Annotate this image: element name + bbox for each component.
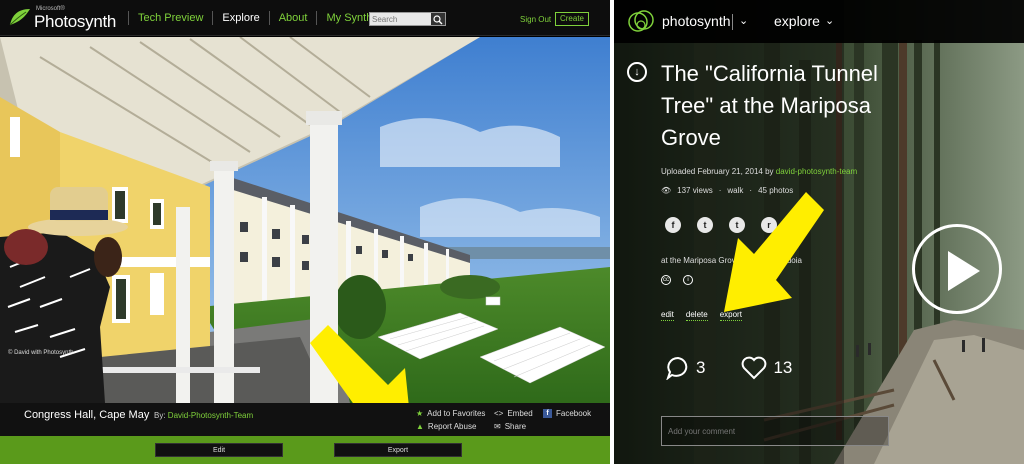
chevron-down-icon[interactable]: ⌄ xyxy=(825,14,834,27)
synth-byline: By: David-Photosynth-Team xyxy=(154,411,253,420)
search-input[interactable] xyxy=(372,13,430,25)
engagement-counts: 3 13 xyxy=(666,356,792,380)
create-button[interactable]: Create xyxy=(555,12,589,26)
yellow-arrow-annotation xyxy=(724,192,824,312)
brand-name: Photosynth xyxy=(34,12,117,31)
download-icon[interactable]: ↓ xyxy=(627,62,647,82)
new-photosynth-viewer: photosynth ⌄ explore ⌄ ↓ The "California… xyxy=(614,0,1024,464)
warning-icon: ▲ xyxy=(416,422,424,431)
nav-tech-preview[interactable]: Tech Preview xyxy=(128,11,212,25)
leaf-logo-icon xyxy=(9,9,30,26)
upload-info: Uploaded February 21, 2014 by david-phot… xyxy=(661,167,857,176)
star-icon: ★ xyxy=(416,409,424,418)
share-link[interactable]: ✉ Share xyxy=(494,422,526,431)
delete-link[interactable]: delete xyxy=(685,310,708,321)
eye-icon: 👁 xyxy=(661,186,672,195)
edit-link[interactable]: edit xyxy=(661,310,674,321)
export-button[interactable]: Export xyxy=(334,443,462,457)
play-button[interactable] xyxy=(912,224,1002,314)
photosynth-logo-icon[interactable] xyxy=(626,8,656,36)
bottom-action-bar: Edit Export xyxy=(0,436,610,464)
twitter-icon[interactable]: t xyxy=(697,217,713,233)
chevron-down-icon[interactable]: ⌄ xyxy=(739,14,748,27)
author-link[interactable]: david-photosynth-team xyxy=(776,167,857,176)
classic-photosynth-viewer: Microsoft® Photosynth Tech Preview Explo… xyxy=(0,0,610,464)
nav-explore[interactable]: Explore xyxy=(212,11,268,25)
comment-input[interactable] xyxy=(662,417,888,445)
report-abuse-label: Report Abuse xyxy=(427,422,477,431)
synth-info-bar: Congress Hall, Cape May By: David-Photos… xyxy=(0,403,610,436)
synth-title: Congress Hall, Cape May xyxy=(24,409,150,421)
facebook-link[interactable]: f Facebook xyxy=(543,409,591,418)
panorama-photo[interactable] xyxy=(0,37,610,403)
search-icon xyxy=(433,15,443,25)
add-to-favorites-label: Add to Favorites xyxy=(427,409,486,418)
play-icon xyxy=(948,251,980,291)
heart-icon[interactable] xyxy=(741,356,767,380)
by-label: By: xyxy=(154,411,166,420)
comment-icon[interactable] xyxy=(666,356,690,380)
synth-title: The "California Tunnel Tree" at the Mari… xyxy=(661,61,878,150)
facebook-icon: f xyxy=(543,409,552,418)
comment-box xyxy=(661,416,889,446)
nav-separator xyxy=(732,14,733,30)
attribution-icon: i xyxy=(683,275,693,285)
edit-button[interactable]: Edit xyxy=(155,443,283,457)
facebook-label: Facebook xyxy=(556,409,592,418)
creative-commons-icon: cc xyxy=(661,275,671,285)
add-to-favorites-link[interactable]: ★ Add to Favorites xyxy=(416,409,485,418)
license-icons: cc i xyxy=(661,275,693,285)
share-label: Share xyxy=(504,422,527,431)
photo-watermark: © David with Photosynth xyxy=(8,350,74,356)
mail-icon: ✉ xyxy=(494,422,501,431)
screenshot-root: Microsoft® Photosynth Tech Preview Explo… xyxy=(0,0,1024,464)
facebook-icon[interactable]: f xyxy=(665,217,681,233)
comments-count: 3 xyxy=(696,358,706,377)
nav-explore[interactable]: explore xyxy=(774,13,820,29)
nav-about[interactable]: About xyxy=(268,11,317,25)
embed-link[interactable]: <> Embed xyxy=(494,409,533,418)
sign-out-link[interactable]: Sign Out xyxy=(520,15,551,24)
code-icon: <> xyxy=(494,409,504,418)
search-button[interactable] xyxy=(431,13,445,25)
main-nav: Tech Preview Explore About My Synths xyxy=(128,0,387,36)
search-box xyxy=(369,12,446,26)
author-link[interactable]: David-Photosynth-Team xyxy=(168,411,253,420)
embed-label: Embed xyxy=(507,409,533,418)
report-abuse-link[interactable]: ▲ Report Abuse xyxy=(416,422,476,431)
top-navigation-bar: Microsoft® Photosynth Tech Preview Explo… xyxy=(0,0,610,36)
brand-name[interactable]: photosynth xyxy=(662,13,731,29)
likes-count: 13 xyxy=(773,358,793,377)
upload-date: Uploaded February 21, 2014 by xyxy=(661,167,774,176)
top-navigation-bar: photosynth ⌄ explore ⌄ xyxy=(614,0,1024,43)
views-count: 137 views xyxy=(677,186,713,195)
